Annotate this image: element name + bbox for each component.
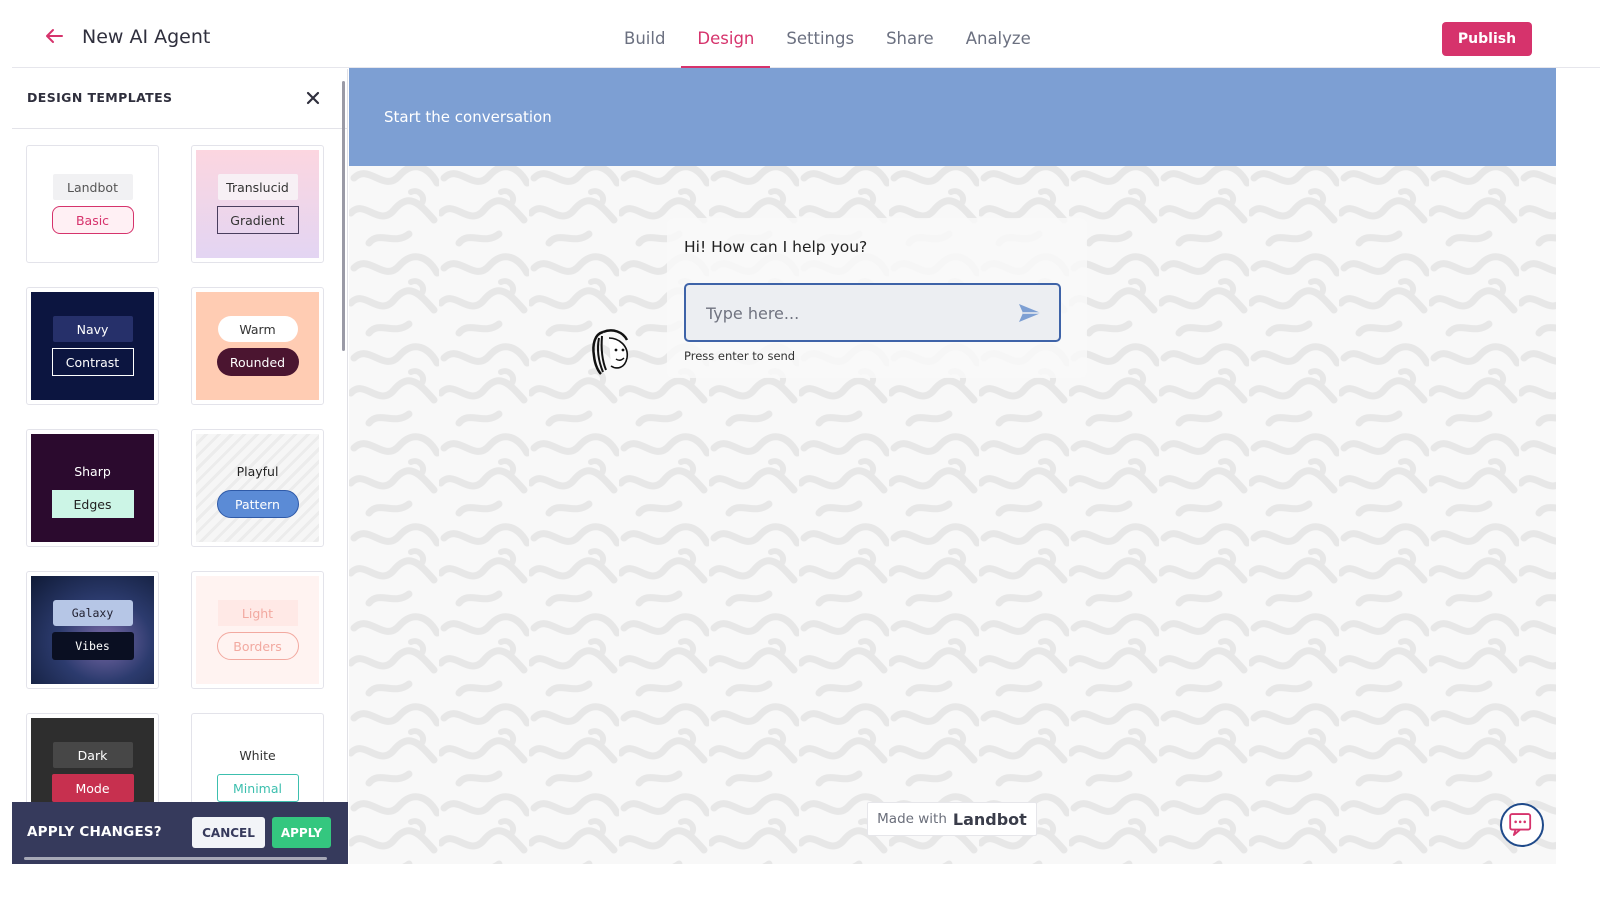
template-card-galaxy[interactable]: Galaxy Vibes (26, 571, 159, 689)
template-label-secondary: Pattern (216, 490, 299, 518)
preview-header: Start the conversation (349, 68, 1556, 166)
chat-message-box: Hi! How can I help you? Press enter to s… (667, 218, 1087, 378)
template-label-secondary: Minimal (216, 774, 299, 802)
template-label-primary: Dark (52, 742, 133, 768)
tab-analyze[interactable]: Analyze (950, 8, 1047, 68)
panel-title: DESIGN TEMPLATES (27, 90, 173, 105)
apply-changes-bar: APPLY CHANGES? CANCEL APPLY (12, 802, 348, 864)
template-card-playful[interactable]: Playful Pattern (191, 429, 324, 547)
template-card-gradient[interactable]: Translucid Gradient (191, 145, 324, 263)
template-label-secondary: Edges (51, 490, 134, 518)
panel-header: DESIGN TEMPLATES (12, 69, 347, 129)
template-label-secondary: Mode (51, 774, 134, 802)
template-card-basic[interactable]: Landbot Basic (26, 145, 159, 263)
made-with-prefix: Made with (877, 811, 947, 827)
bot-message: Hi! How can I help you? (684, 238, 868, 256)
page-title: New AI Agent (82, 26, 211, 48)
chat-launcher-button[interactable] (1500, 803, 1544, 847)
template-label-primary: White (239, 747, 276, 763)
made-with-brand: Landbot (952, 809, 1027, 829)
template-label-secondary: Basic (51, 206, 134, 234)
template-label-primary: Navy (52, 316, 133, 342)
template-label-secondary: Vibes (51, 632, 134, 660)
input-hint: Press enter to send (684, 349, 796, 363)
template-label-primary: Light (217, 600, 298, 626)
tab-build[interactable]: Build (608, 8, 681, 68)
horizontal-scrollbar[interactable] (24, 857, 327, 860)
tab-share[interactable]: Share (870, 8, 950, 68)
background-pattern (349, 68, 1556, 864)
design-templates-panel: DESIGN TEMPLATES Landbot Basic Transluci… (12, 69, 348, 864)
apply-button[interactable]: APPLY (272, 817, 331, 848)
top-bar: New AI Agent Build Design Settings Share… (12, 0, 1600, 68)
chat-input-container[interactable] (684, 283, 1061, 342)
chat-input[interactable] (706, 301, 996, 325)
publish-button[interactable]: Publish (1442, 22, 1532, 56)
template-label-secondary: Gradient (216, 206, 299, 234)
template-label-primary: Galaxy (52, 600, 133, 626)
template-label-primary: Landbot (52, 174, 133, 200)
arrow-left-icon[interactable] (42, 24, 66, 48)
chat-bubble-icon (1509, 813, 1532, 836)
template-card-warm[interactable]: Warm Rounded (191, 287, 324, 405)
template-label-secondary: Contrast (51, 348, 134, 376)
template-card-borders[interactable]: Light Borders (191, 571, 324, 689)
template-label-secondary: Borders (216, 632, 299, 660)
template-card-navy[interactable]: Navy Contrast (26, 287, 159, 405)
panel-scrollbar[interactable] (342, 81, 345, 351)
nav-tabs: Build Design Settings Share Analyze (608, 0, 1047, 68)
made-with-badge[interactable]: Made with Landbot (867, 802, 1037, 836)
template-card-sharp[interactable]: Sharp Edges (26, 429, 159, 547)
template-label-secondary: Rounded (216, 348, 299, 376)
tab-settings[interactable]: Settings (770, 8, 870, 68)
close-icon[interactable] (302, 87, 324, 109)
tab-design[interactable]: Design (681, 8, 771, 68)
template-label-primary: Translucid (217, 174, 298, 200)
template-label-primary: Warm (217, 316, 298, 342)
preview-header-text: Start the conversation (384, 108, 552, 126)
send-icon[interactable] (1017, 302, 1043, 324)
template-label-primary: Sharp (74, 463, 111, 479)
cancel-button[interactable]: CANCEL (192, 817, 265, 848)
bot-avatar-icon (592, 329, 629, 375)
template-label-primary: Playful (236, 463, 279, 479)
bot-preview: Start the conversation Hi! How can I hel… (349, 68, 1556, 864)
apply-changes-label: APPLY CHANGES? (27, 824, 162, 840)
